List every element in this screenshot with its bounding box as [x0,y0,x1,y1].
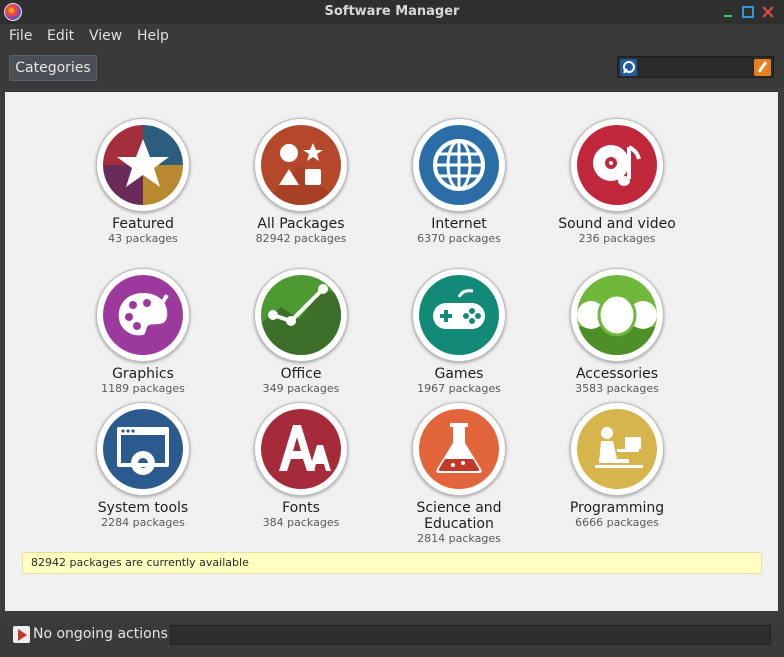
globe-icon [419,125,499,205]
category-name: Accessories [575,366,659,382]
palette-icon [103,275,183,355]
maximize-button[interactable] [742,6,754,18]
category-programming[interactable]: Programming 6666 packages [538,402,696,529]
category-badge [570,402,664,496]
category-sound-and-video[interactable]: Sound and video 236 packages [538,118,696,245]
category-name: Internet [431,216,487,232]
categories-panel: Featured 43 packages All Packages 82942 … [5,91,778,611]
category-system-tools[interactable]: System tools 2284 packages [64,402,222,529]
category-badge [96,118,190,212]
category-accessories[interactable]: Accessories 3583 packages [538,268,696,395]
menu-bar: File Edit View Help [0,24,784,48]
category-count: 3583 packages [575,382,659,395]
gear-window-icon [103,409,183,489]
category-name: System tools [97,500,189,516]
category-science-and-education[interactable]: Science and Education 2814 packages [380,402,538,545]
category-badge [412,118,506,212]
menu-help[interactable]: Help [137,28,169,44]
flask-icon [419,409,499,489]
category-badge [254,268,348,362]
search-input[interactable] [640,58,750,76]
category-count: 2814 packages [417,532,501,545]
search-box [617,56,774,78]
category-badge [570,268,664,362]
category-badge [412,268,506,362]
category-badge [96,268,190,362]
music-disc-icon [577,125,657,205]
category-badge [412,402,506,496]
menu-view[interactable]: View [89,28,122,44]
category-badge [96,402,190,496]
category-name: Games [434,366,484,382]
actions-progress-field [170,625,771,645]
category-games[interactable]: Games 1967 packages [380,268,538,395]
category-count: 1967 packages [417,382,501,395]
clear-search-icon[interactable] [754,59,771,76]
menu-edit[interactable]: Edit [47,28,74,44]
line-chart-icon [261,275,341,355]
category-badge [254,402,348,496]
ongoing-actions-label: No ongoing actions [33,626,168,642]
category-count: 2284 packages [101,516,185,529]
category-internet[interactable]: Internet 6370 packages [380,118,538,245]
search-icon[interactable] [620,59,637,76]
minimize-button[interactable] [722,6,734,18]
category-count: 236 packages [578,232,656,245]
category-name: Sound and video [558,216,676,232]
menu-file[interactable]: File [9,28,32,44]
packages-available-info: 82942 packages are currently available [22,552,762,574]
category-count: 384 packages [262,516,340,529]
programmer-icon [577,409,657,489]
category-badge [570,118,664,212]
category-name: Featured [112,216,174,232]
shapes-icon [261,125,341,205]
bottom-status-bar: No ongoing actions [0,618,784,657]
category-name: Graphics [112,366,174,382]
title-bar: Software Manager [0,0,784,24]
category-count: 349 packages [262,382,340,395]
category-name: Science and Education [416,500,502,532]
accessories-icon [577,275,657,355]
fonts-icon [261,409,341,489]
categories-button[interactable]: Categories [9,55,97,81]
category-graphics[interactable]: Graphics 1189 packages [64,268,222,395]
category-fonts[interactable]: Fonts 384 packages [222,402,380,529]
category-count: 6370 packages [417,232,501,245]
category-count: 43 packages [108,232,178,245]
play-actions-icon[interactable] [13,626,30,643]
category-count: 6666 packages [575,516,659,529]
close-button[interactable] [762,6,774,18]
category-name: All Packages [257,216,345,232]
category-name: Fonts [282,500,320,516]
category-featured[interactable]: Featured 43 packages [64,118,222,245]
category-badge [254,118,348,212]
category-name: Programming [569,500,665,516]
category-office[interactable]: Office 349 packages [222,268,380,395]
category-all-packages[interactable]: All Packages 82942 packages [222,118,380,245]
gamepad-icon [419,275,499,355]
window-title: Software Manager [324,4,460,19]
toolbar: Categories [0,48,784,88]
category-count: 1189 packages [101,382,185,395]
star-icon [103,125,183,205]
category-name: Office [280,366,322,382]
category-count: 82942 packages [255,232,347,245]
